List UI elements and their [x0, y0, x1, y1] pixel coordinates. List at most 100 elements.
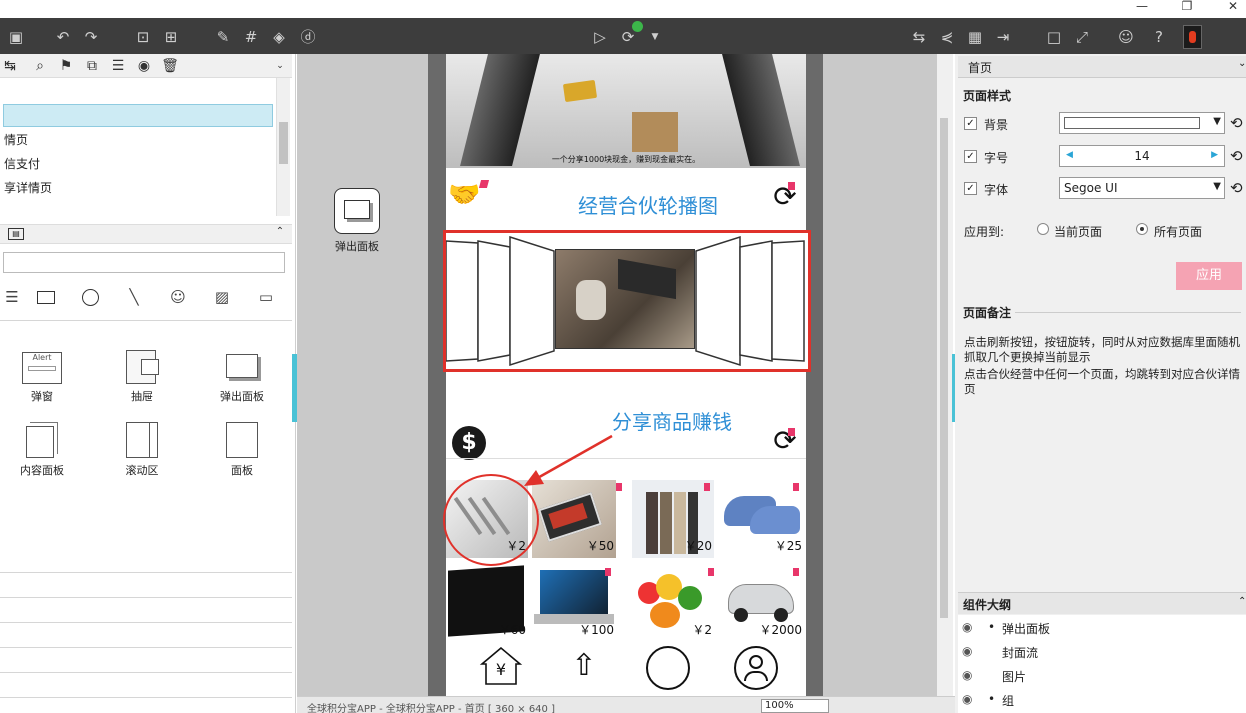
library-search-input[interactable] — [3, 252, 285, 273]
refresh-icon[interactable]: ⟳ — [768, 180, 802, 214]
font-select[interactable]: Segoe UI ▼ — [1059, 177, 1225, 199]
save-icon[interactable]: ▣ — [5, 26, 27, 48]
fill-icon[interactable]: ◈ — [268, 26, 290, 48]
publish-icon[interactable]: ⇆ — [908, 26, 930, 48]
collapse-library-icon[interactable]: ⌃ — [272, 226, 288, 242]
pages-scrollbar[interactable] — [276, 78, 290, 216]
redo-icon[interactable]: ↷ — [80, 26, 102, 48]
restore-button[interactable]: ❐ — [1176, 0, 1198, 14]
profile-icon[interactable] — [734, 646, 778, 690]
page-row[interactable]: 情页 — [4, 129, 274, 151]
product-tile[interactable]: ￥25 — [720, 480, 804, 558]
eye-icon[interactable]: ◉ — [134, 56, 154, 76]
page-row[interactable]: 信支付 — [4, 153, 274, 175]
list-shape-icon[interactable]: ☰ — [0, 286, 24, 308]
d-icon[interactable]: ⓓ — [297, 26, 319, 48]
smiley-shape-icon[interactable]: ☺ — [166, 286, 190, 308]
list-icon[interactable]: ☰ — [108, 56, 128, 76]
brush-icon[interactable]: ✎ — [212, 26, 234, 48]
divider — [0, 320, 292, 321]
image-shape-icon[interactable]: ▨ — [210, 286, 234, 308]
eye-icon[interactable]: ◉ — [962, 620, 972, 634]
radio-current-page[interactable] — [1037, 223, 1049, 235]
font-size-stepper[interactable]: ◀ 14 ▶ — [1059, 145, 1225, 167]
font-size-checkbox[interactable]: ✓ — [964, 150, 977, 163]
carousel-center-image[interactable] — [555, 249, 695, 349]
refresh-icon[interactable]: ⟳ — [768, 424, 802, 458]
reset-font-size-icon[interactable]: ⟲ — [1230, 147, 1243, 165]
outline-item[interactable]: 组 — [1002, 692, 1014, 709]
help-icon[interactable]: ? — [1148, 26, 1170, 48]
chevron-down-icon[interactable]: ▼ — [644, 26, 666, 48]
collapse-icon[interactable]: ⌄ — [270, 56, 290, 76]
outline-item[interactable]: 弹出面板 — [1002, 620, 1050, 637]
apply-button[interactable]: 应用 — [1176, 262, 1242, 290]
text-field-shape-icon[interactable]: ▭ — [254, 286, 278, 308]
avatar[interactable] — [1183, 25, 1202, 49]
home-icon[interactable]: ¥ — [478, 644, 524, 690]
users-icon[interactable]: ☺ — [1115, 26, 1137, 48]
apply-to-label: 应用到: — [964, 225, 1005, 239]
font-checkbox[interactable]: ✓ — [964, 182, 977, 195]
outline-item[interactable]: 封面流 — [1002, 644, 1038, 661]
undo-icon[interactable]: ↶ — [52, 26, 74, 48]
reset-bg-icon[interactable]: ⟲ — [1230, 114, 1243, 132]
divider — [0, 647, 292, 648]
collapse-icon[interactable]: ⌄ — [1238, 58, 1246, 69]
product-tile[interactable]: ￥60 — [446, 564, 528, 640]
line-shape-icon[interactable]: ╲ — [122, 286, 146, 308]
minimize-button[interactable]: — — [1131, 0, 1153, 14]
popup-panel-icon[interactable] — [334, 188, 380, 234]
eye-icon[interactable]: ◉ — [962, 668, 972, 682]
eye-icon[interactable]: ◉ — [962, 692, 972, 706]
radio-all-pages[interactable] — [1136, 223, 1148, 235]
window-icon[interactable]: □ — [1043, 26, 1065, 48]
fullscreen-icon[interactable]: ⤢ — [1071, 26, 1093, 48]
circle-shape-icon[interactable] — [78, 286, 102, 308]
share-arrow-icon[interactable] — [646, 646, 690, 690]
product-tile[interactable]: ￥20 — [632, 480, 714, 558]
flag-icon[interactable]: ⚑ — [56, 56, 76, 76]
share-icon[interactable]: ⋞ — [936, 26, 958, 48]
export-icon[interactable]: ⇥ — [992, 26, 1014, 48]
scroll-area-widget-icon[interactable] — [126, 422, 158, 458]
drawer-widget-icon[interactable] — [126, 350, 159, 384]
page-notes-line2[interactable]: 点击合伙经营中任何一个页面，均跳转到对应合伙详情页 — [964, 367, 1244, 397]
page-notes-line1[interactable]: 点击刷新按钮，按钮旋转，同时从对应数据库里面随机抓取几个更换掉当前显示 — [964, 335, 1244, 365]
reset-font-icon[interactable]: ⟲ — [1230, 179, 1243, 197]
close-button[interactable]: ✕ — [1222, 0, 1244, 14]
widget-label: 抽屉 — [131, 390, 153, 403]
page-tab-title: 首页 — [968, 61, 993, 75]
outline-item[interactable]: 图片 — [1002, 668, 1026, 685]
bg-color-picker[interactable]: ▼ — [1059, 112, 1225, 134]
upload-icon[interactable]: ⇧ — [566, 648, 602, 688]
zoom-select[interactable]: 100% — [761, 699, 829, 713]
group-icon[interactable]: ⊡ — [132, 26, 154, 48]
alert-widget-icon[interactable]: Alert — [22, 352, 62, 384]
product-tile[interactable]: ￥100 — [532, 564, 616, 640]
sync-ok-badge — [632, 21, 643, 32]
search-icon[interactable]: ⌕ — [30, 56, 50, 76]
product-tile[interactable]: ￥50 — [532, 480, 616, 558]
page-row[interactable]: 享详情页 — [4, 177, 274, 199]
carousel-cover-flow[interactable] — [443, 230, 811, 372]
product-tile[interactable]: ￥2 — [632, 564, 714, 640]
banner-image[interactable]: 一个分享1000块现金，赚到现金最实在。 — [446, 54, 806, 168]
copy-icon[interactable]: ⧉ — [82, 56, 102, 76]
preview-play-icon[interactable]: ▷ — [589, 26, 611, 48]
panel-widget-icon[interactable] — [226, 422, 258, 458]
popup-panel-widget-icon[interactable] — [226, 354, 258, 378]
product-tile[interactable]: ￥2000 — [720, 564, 804, 640]
ungroup-icon[interactable]: ⊞ — [160, 26, 182, 48]
bg-checkbox[interactable]: ✓ — [964, 117, 977, 130]
delete-icon[interactable]: 🗑 — [160, 56, 180, 76]
eye-icon[interactable]: ◉ — [962, 644, 972, 658]
qrcode-icon[interactable]: ▦ — [964, 26, 986, 48]
collapse-icon[interactable]: ⌃ — [1238, 596, 1246, 607]
content-panel-widget-icon[interactable] — [26, 426, 54, 458]
add-page-icon[interactable]: ↹ — [0, 56, 20, 76]
canvas-scrollbar[interactable] — [937, 54, 953, 696]
grid-icon[interactable]: # — [240, 26, 262, 48]
rectangle-shape-icon[interactable] — [34, 286, 58, 308]
selected-page-row[interactable] — [3, 104, 273, 127]
